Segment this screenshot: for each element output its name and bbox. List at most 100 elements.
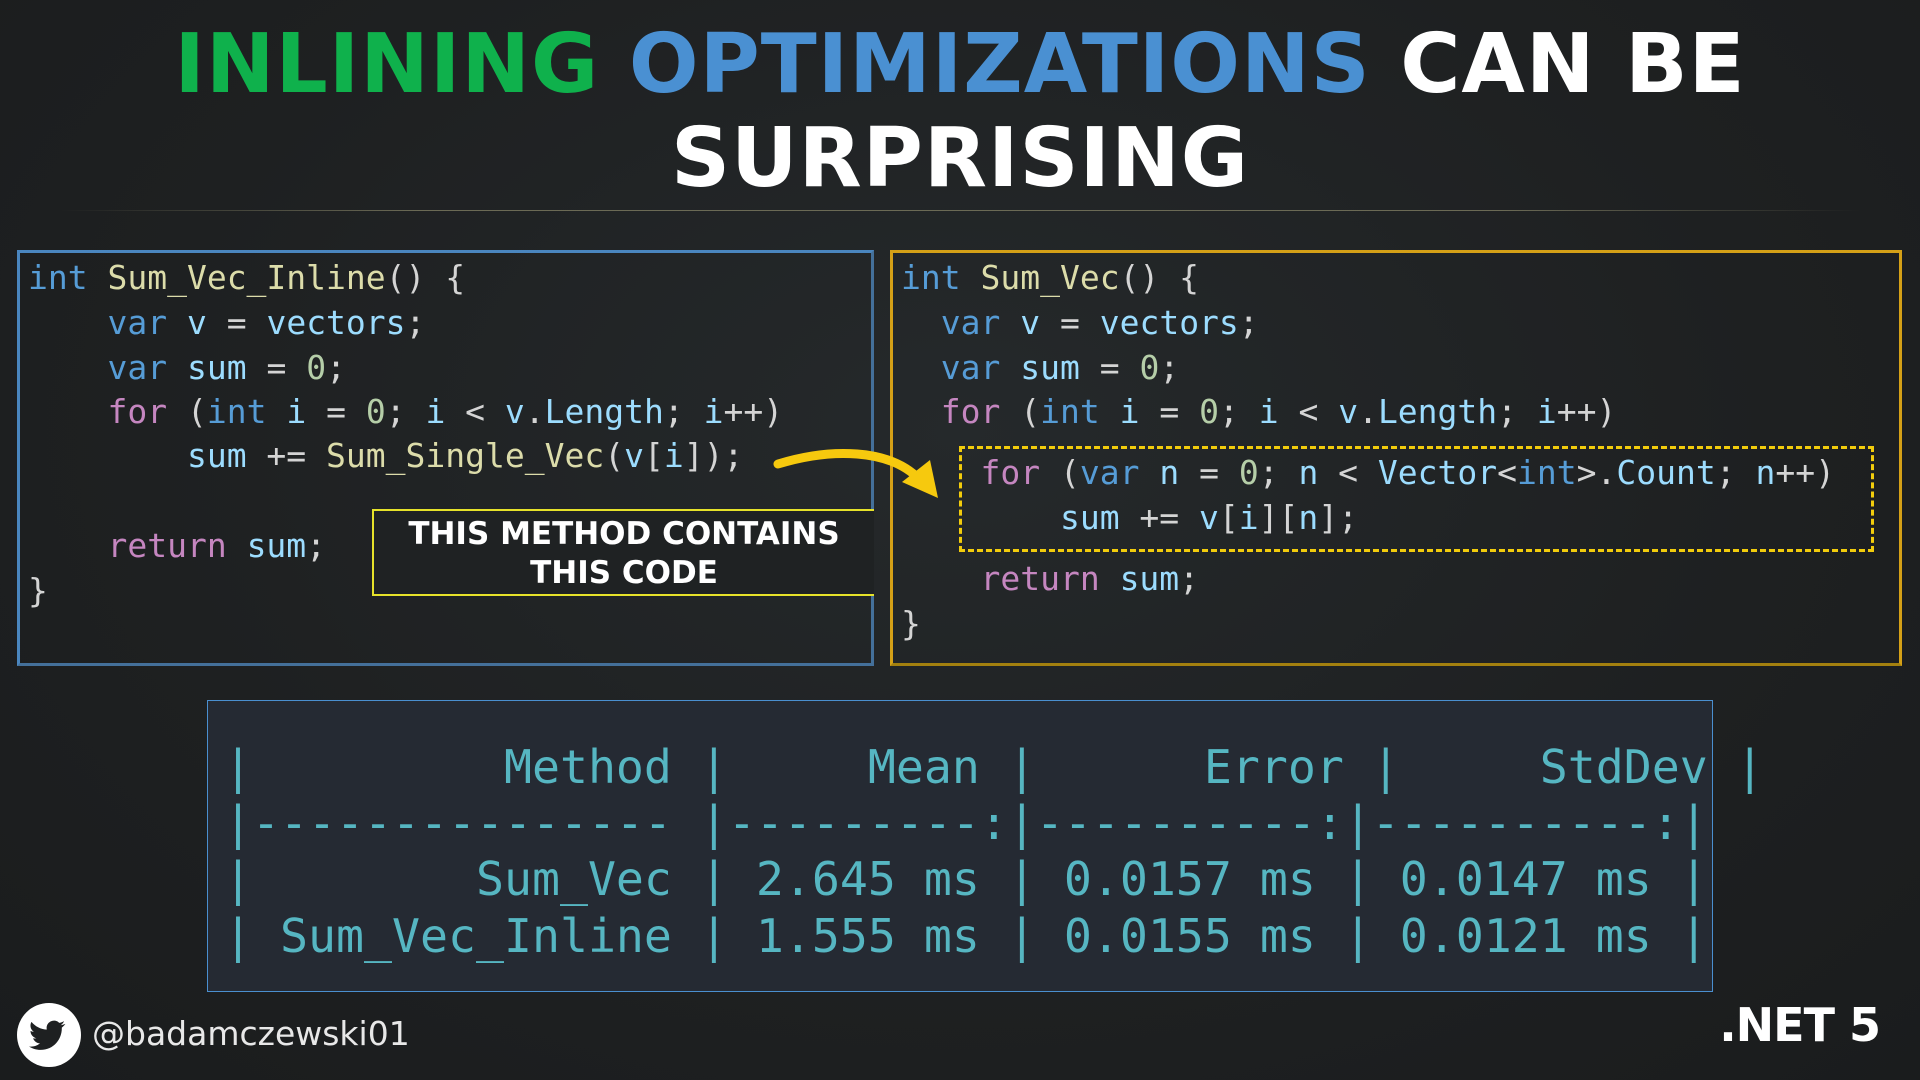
code-token: sum bbox=[186, 348, 247, 387]
title-can-be: CAN BE bbox=[1400, 17, 1746, 112]
code-line: int Sum_Vec() { bbox=[901, 258, 1199, 298]
code-token: i bbox=[1119, 392, 1140, 431]
code-line: var sum = 0; bbox=[28, 348, 345, 388]
inline-method-code-panel: int Sum_Vec_Inline() { var v = vectors; … bbox=[17, 250, 874, 666]
dotnet-version-badge: .NET 5 bbox=[1719, 998, 1881, 1052]
code-line: var v = vectors; bbox=[901, 303, 1259, 343]
code-line: for (int i = 0; i < v.Length; i++) bbox=[901, 392, 1617, 432]
code-token: sum bbox=[1020, 348, 1080, 387]
code-token: ; bbox=[1218, 392, 1259, 431]
code-token: v bbox=[1338, 392, 1359, 431]
code-token: = bbox=[206, 303, 267, 342]
code-token: } bbox=[28, 571, 48, 610]
code-line: sum += Sum_Single_Vec(v[i]); bbox=[28, 436, 743, 476]
code-token: = bbox=[306, 392, 366, 431]
callout-line-1: THIS METHOD CONTAINS bbox=[408, 516, 840, 552]
code-line: } bbox=[28, 571, 48, 611]
code-token: ; bbox=[663, 392, 704, 431]
code-token: for bbox=[107, 392, 187, 431]
code-token: ; bbox=[1179, 559, 1200, 598]
code-token: ++) bbox=[1556, 392, 1617, 431]
twitter-handle: @badamczewski01 bbox=[92, 1014, 410, 1053]
code-token: i bbox=[1258, 392, 1279, 431]
code-token: vectors bbox=[266, 303, 406, 342]
benchmark-results-table: | Method | Mean | Error | StdDev | |----… bbox=[207, 700, 1764, 992]
code-token: Sum_Vec bbox=[980, 258, 1120, 297]
title-inlining: INLINING bbox=[174, 17, 600, 112]
code-token: vectors bbox=[1099, 303, 1239, 342]
code-token: 0 bbox=[365, 392, 386, 431]
code-token: ; bbox=[1497, 392, 1537, 431]
table-separator: |--------------- |---------:|----------:… bbox=[224, 796, 1708, 850]
code-token: i bbox=[286, 392, 307, 431]
code-line: } bbox=[901, 604, 921, 644]
code-token: v bbox=[624, 436, 644, 475]
code-token: . bbox=[1358, 392, 1378, 431]
code-token: ; bbox=[1238, 303, 1259, 342]
code-token: i bbox=[425, 392, 446, 431]
code-token: ; bbox=[306, 526, 327, 565]
title-line-2: SURPRISING bbox=[670, 111, 1250, 206]
code-token: < bbox=[445, 392, 505, 431]
code-line: for (int i = 0; i < v.Length; i++) bbox=[28, 392, 783, 432]
code-token: int bbox=[901, 258, 981, 297]
code-token: [ bbox=[643, 436, 664, 475]
code-token: i bbox=[1536, 392, 1557, 431]
code-token: Length bbox=[544, 392, 664, 431]
code-token: ( bbox=[186, 392, 207, 431]
code-token: return bbox=[107, 526, 247, 565]
table-header: | Method | Mean | Error | StdDev | bbox=[224, 740, 1764, 794]
inlined-code-highlight bbox=[959, 446, 1874, 552]
code-token: sum bbox=[246, 526, 307, 565]
code-line: var sum = 0; bbox=[901, 348, 1179, 388]
code-token: v bbox=[1020, 303, 1041, 342]
code-token: int bbox=[1040, 392, 1120, 431]
code-line: return sum; bbox=[901, 559, 1199, 599]
code-token: = bbox=[246, 348, 307, 387]
code-token: var bbox=[107, 348, 187, 387]
code-token: ( bbox=[604, 436, 625, 475]
arrow-icon bbox=[773, 449, 938, 498]
table-row: | Sum_Vec_Inline | 1.555 ms | 0.0155 ms … bbox=[224, 909, 1708, 963]
code-token: var bbox=[940, 348, 1021, 387]
code-line: return sum; bbox=[28, 526, 326, 566]
code-token: < bbox=[1278, 392, 1339, 431]
title-line-1: INLINING OPTIMIZATIONS CAN BE bbox=[0, 24, 1920, 106]
code-token: return bbox=[980, 559, 1120, 598]
code-token: Length bbox=[1377, 392, 1498, 431]
callout-label: THIS METHOD CONTAINS THIS CODE bbox=[372, 509, 874, 596]
code-token: ; bbox=[405, 303, 426, 342]
code-token: () { bbox=[385, 258, 466, 297]
code-token: var bbox=[940, 303, 1021, 342]
code-token: = bbox=[1139, 392, 1200, 431]
title-optimizations: OPTIMIZATIONS bbox=[628, 17, 1371, 112]
code-token: ]); bbox=[683, 436, 744, 475]
code-token: var bbox=[107, 303, 187, 342]
code-token: sum bbox=[186, 436, 247, 475]
code-token: int bbox=[206, 392, 287, 431]
code-token: ++) bbox=[723, 392, 784, 431]
table-row: | Sum_Vec | 2.645 ms | 0.0157 ms | 0.014… bbox=[224, 852, 1708, 906]
code-line: int Sum_Vec_Inline() { bbox=[28, 258, 465, 298]
code-token: for bbox=[940, 392, 1021, 431]
code-token: sum bbox=[1119, 559, 1180, 598]
code-token: ; bbox=[385, 392, 426, 431]
code-token: ( bbox=[1020, 392, 1041, 431]
code-token: += bbox=[246, 436, 327, 475]
code-token: i bbox=[703, 392, 724, 431]
code-token: ; bbox=[1159, 348, 1180, 387]
callout-line-2: THIS CODE bbox=[530, 555, 718, 591]
code-token: 0 bbox=[1139, 348, 1160, 387]
code-token: = bbox=[1040, 303, 1100, 342]
twitter-bird-icon bbox=[17, 1003, 81, 1067]
code-token: v bbox=[504, 392, 525, 431]
code-token: Sum_Single_Vec bbox=[326, 436, 605, 475]
